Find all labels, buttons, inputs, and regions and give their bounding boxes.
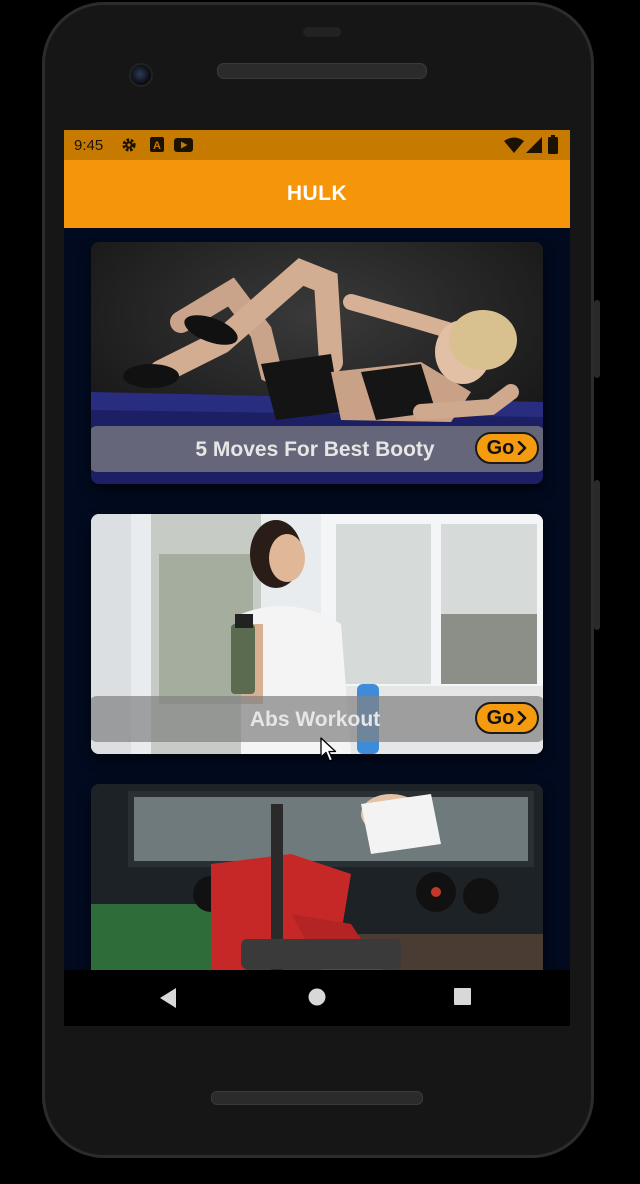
play-icon [174,138,193,152]
svg-text:A: A [153,140,161,152]
go-label: Go [486,436,515,459]
volume-button [594,300,600,378]
go-button[interactable]: Go [475,702,539,734]
power-button [594,480,600,630]
workout-list[interactable]: 5 Moves For Best Booty Go Abs Workout Go [64,228,570,970]
earpiece-speaker [217,63,427,79]
signal-icon [526,137,542,153]
chevron-right-icon [518,441,527,455]
wifi-icon [504,137,524,153]
card-title: 5 Moves For Best Booty [195,438,435,461]
app-title: HULK [286,182,348,205]
status-time: 9:45 [74,137,104,154]
gear-icon [122,138,136,152]
back-icon[interactable] [160,988,178,1008]
home-icon[interactable] [308,988,326,1006]
workout-card[interactable] [91,784,543,970]
go-button[interactable]: Go [475,432,539,464]
chevron-right-icon [518,711,527,725]
workout-card[interactable]: Abs Workout Go [91,514,543,754]
system-nav-bar [64,970,570,1026]
front-camera [129,63,153,87]
app-bar: HULK [64,160,570,228]
battery-icon [548,135,558,154]
a-box-icon: A [150,137,164,152]
app-screen: 9:45 A HULK 5 Moves For Best Booty Go Ab… [64,130,570,1026]
card-overlay: Abs Workout Go [91,696,543,742]
status-bar: 9:45 A [64,130,570,160]
workout-image [91,784,543,970]
card-title: Abs Workout [249,708,381,731]
recents-icon[interactable] [454,988,471,1005]
card-overlay: 5 Moves For Best Booty Go [91,426,543,472]
bottom-speaker [211,1091,423,1105]
go-label: Go [486,706,515,729]
top-slot [303,27,341,37]
mouse-cursor-icon [320,737,337,762]
workout-card[interactable]: 5 Moves For Best Booty Go [91,242,543,484]
